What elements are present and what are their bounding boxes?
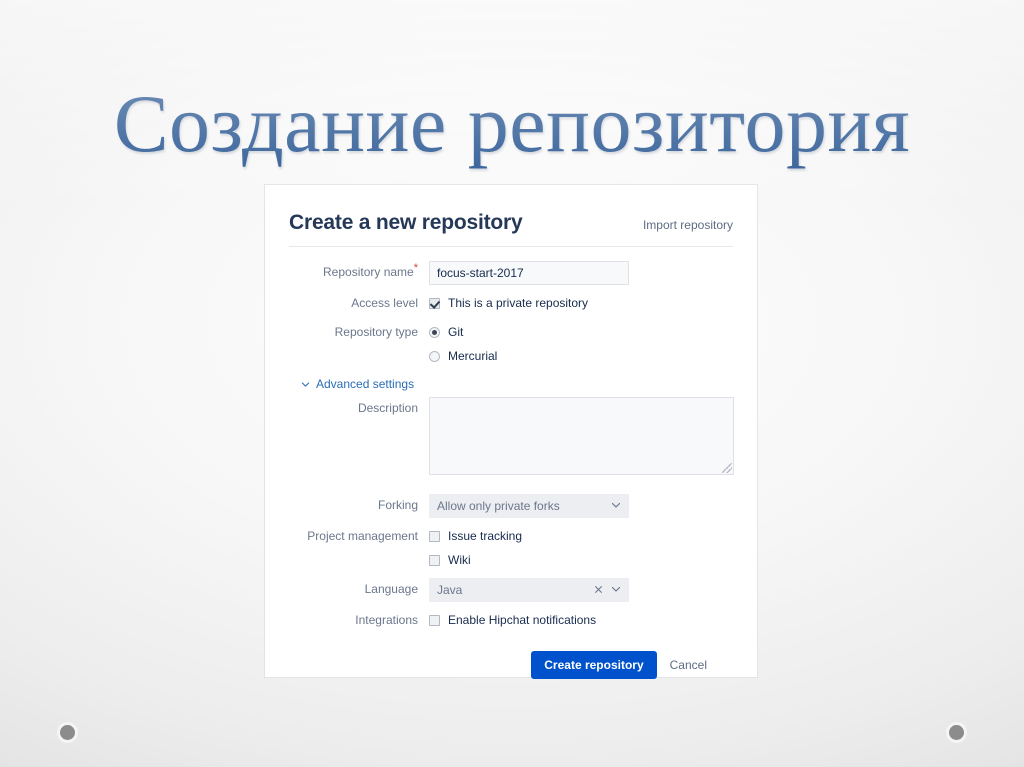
wiki-checkbox[interactable]	[429, 554, 440, 566]
language-select[interactable]: Java	[429, 578, 629, 602]
radio-mercurial-label: Mercurial	[448, 349, 498, 363]
repository-type-option-mercurial[interactable]: Mercurial	[429, 345, 733, 367]
repository-name-input[interactable]: focus-start-2017	[429, 261, 629, 285]
hipchat-checkbox-row[interactable]: Enable Hipchat notifications	[429, 609, 733, 631]
wiki-checkbox-row[interactable]: Wiki	[429, 549, 733, 571]
access-level-label: Access level	[351, 296, 418, 310]
radio-mercurial[interactable]	[429, 350, 440, 362]
create-repository-button[interactable]: Create repository	[531, 651, 657, 679]
row-repository-type: Repository type Git Mercurial	[289, 321, 733, 367]
language-label: Language	[364, 582, 418, 596]
form-actions: Create repository Cancel	[289, 651, 733, 683]
close-icon[interactable]	[594, 583, 603, 597]
repository-type-option-git[interactable]: Git	[429, 321, 733, 343]
row-access-level: Access level This is a private repositor…	[289, 292, 733, 314]
cancel-button[interactable]: Cancel	[670, 658, 707, 672]
radio-git[interactable]	[429, 326, 440, 338]
hipchat-label: Enable Hipchat notifications	[448, 613, 597, 627]
row-description: Description	[289, 397, 734, 475]
description-textarea[interactable]	[429, 397, 734, 475]
row-repository-name: Repository name* focus-start-2017	[289, 261, 733, 285]
advanced-settings-label: Advanced settings	[316, 377, 415, 391]
advanced-settings-toggle[interactable]: Advanced settings	[301, 377, 733, 391]
import-repository-link[interactable]: Import repository	[643, 218, 733, 232]
project-management-label: Project management	[307, 529, 418, 543]
private-repository-checkbox-label: This is a private repository	[448, 296, 589, 310]
repository-type-label: Repository type	[334, 325, 418, 339]
required-marker: *	[413, 262, 418, 274]
create-repository-card: Create a new repository Import repositor…	[264, 184, 758, 679]
row-forking: Forking Allow only private forks	[289, 494, 733, 518]
forking-label: Forking	[377, 498, 418, 512]
chevron-down-icon	[301, 380, 310, 389]
issue-tracking-checkbox[interactable]	[429, 530, 440, 542]
resize-handle-icon[interactable]	[722, 463, 732, 473]
card-heading: Create a new repository	[289, 211, 523, 234]
slide-canvas: Создание репозитория Create a new reposi…	[0, 0, 1024, 767]
chevron-down-icon[interactable]	[611, 583, 621, 597]
description-label: Description	[357, 401, 418, 415]
forking-select-value: Allow only private forks	[437, 499, 560, 513]
integrations-label: Integrations	[355, 613, 418, 627]
decorative-dot-bottom-right	[949, 725, 964, 740]
hipchat-checkbox[interactable]	[429, 614, 440, 626]
decorative-dot-bottom-left	[60, 725, 75, 740]
create-repository-form: Repository name* focus-start-2017 Access…	[289, 247, 734, 683]
repository-name-label-text: Repository name	[323, 265, 414, 279]
language-select-value: Java	[437, 583, 463, 597]
chevron-down-icon[interactable]	[611, 499, 621, 513]
private-repository-checkbox[interactable]	[429, 297, 440, 309]
radio-git-label: Git	[448, 325, 464, 339]
forking-select-icons	[611, 499, 621, 513]
wiki-label: Wiki	[448, 553, 471, 567]
row-language: Language Java	[289, 578, 733, 602]
issue-tracking-label: Issue tracking	[448, 529, 523, 543]
forking-select[interactable]: Allow only private forks	[429, 494, 629, 518]
page-title: Создание репозитория	[113, 78, 911, 169]
repository-name-label: Repository name*	[289, 261, 429, 283]
row-integrations: Integrations Enable Hipchat notification…	[289, 609, 733, 631]
row-project-management: Project management Issue tracking Wiki	[289, 525, 733, 571]
card-header: Create a new repository Import repositor…	[289, 211, 733, 247]
private-repository-checkbox-row[interactable]: This is a private repository	[429, 292, 733, 314]
language-select-icons	[594, 583, 621, 597]
issue-tracking-checkbox-row[interactable]: Issue tracking	[429, 525, 733, 547]
